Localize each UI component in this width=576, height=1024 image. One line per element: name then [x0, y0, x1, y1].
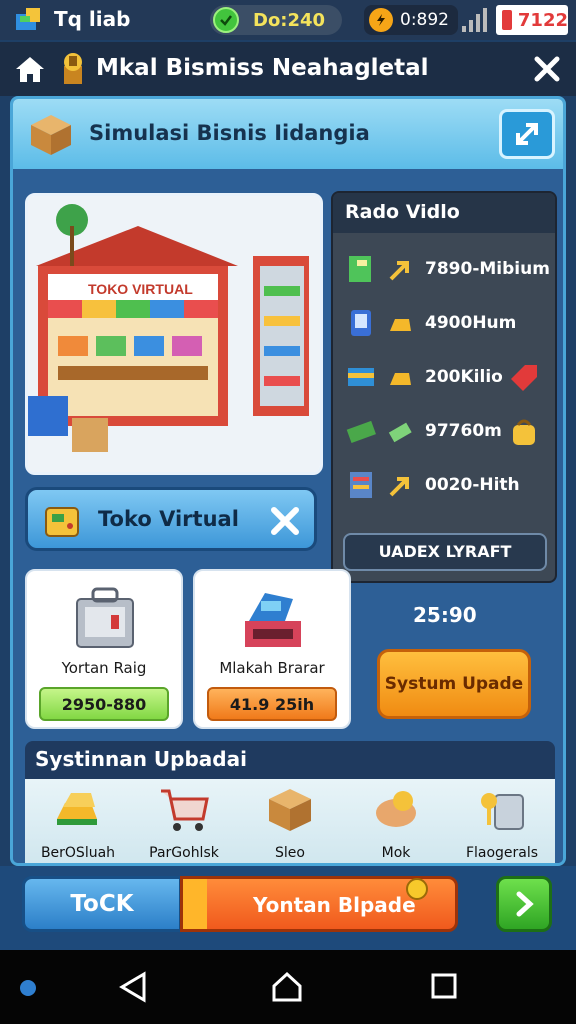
close-icon[interactable]	[532, 54, 562, 84]
hand-coin-icon	[376, 791, 416, 827]
system-item-label: Flaogerals	[465, 845, 539, 861]
back-icon[interactable]	[116, 970, 150, 1004]
battery-icon	[502, 10, 512, 30]
item-card[interactable]: Mlakah Brarar 41.9 25ih	[193, 569, 351, 729]
recents-icon[interactable]	[430, 972, 458, 1000]
system-items: BerOSluah ParGohlsk Sleo Mok Flaogerals	[25, 779, 555, 863]
resource-value: 4900Hum	[425, 313, 517, 333]
cash-register-icon	[245, 593, 301, 647]
next-button[interactable]	[496, 876, 552, 932]
panel-expand-button[interactable]	[499, 109, 555, 159]
status-clock-text: 0:892	[400, 10, 449, 30]
arrows-icon	[516, 123, 538, 145]
gold-bar-icon	[390, 319, 411, 331]
red-tag-icon	[511, 365, 537, 391]
virtual-store-illustration: TOKO VIRTUAL	[25, 193, 323, 475]
phone-icon	[351, 310, 371, 336]
battery-indicator: 7122	[496, 5, 568, 35]
book-icon	[349, 256, 371, 282]
list-item[interactable]: 7890-Mibium	[333, 249, 559, 289]
system-item-label: Mok	[381, 845, 411, 861]
status-bar: Tq liab Do:240 0:892 7122	[0, 0, 576, 40]
gold-bars-icon	[57, 793, 97, 825]
item-card[interactable]: Yortan Raig 2950-880	[25, 569, 183, 729]
virtual-store-button[interactable]: Toko Virtual	[25, 487, 317, 551]
title-bar: Mkal Bismiss Neahagletal	[0, 42, 576, 96]
resource-value: 0020-Hith	[425, 475, 520, 495]
cardboard-box-icon	[31, 115, 71, 155]
card-icon	[348, 368, 374, 386]
system-section-title: Systinnan Upbadai	[25, 741, 555, 781]
system-item[interactable]: BerOSluah	[25, 779, 131, 863]
upgrade-bar-button[interactable]: Yontan Blpade	[180, 876, 458, 932]
lightning-icon	[369, 8, 393, 32]
business-panel: Simulasi Bisnis Iidangia TOKO VIRTUAL To…	[10, 96, 566, 866]
resource-value: 200Kilio	[425, 367, 503, 387]
register-icon	[45, 507, 79, 537]
yellow-bag-icon	[513, 419, 535, 445]
home-nav-icon[interactable]	[270, 970, 304, 1004]
safe-icon	[76, 587, 134, 648]
svg-text:TOKO VIRTUAL: TOKO VIRTUAL	[88, 281, 193, 297]
upgrade-bar-label: Yontan Blpade	[253, 893, 416, 917]
arrow-icon	[389, 261, 409, 281]
system-item-label: ParGohlsk	[149, 845, 219, 861]
card-name: Mlakah Brarar	[219, 659, 325, 677]
coin-icon	[406, 878, 428, 900]
timer: 25:90	[413, 603, 477, 627]
virtual-store-label: Toko Virtual	[98, 507, 239, 531]
cash-icon	[346, 420, 376, 443]
status-app: Tq liab	[12, 4, 130, 34]
signal-icon	[462, 8, 487, 32]
currency-pill[interactable]: Do:240	[210, 5, 342, 35]
resource-list-title: Rado Vidlo	[333, 193, 555, 233]
green-bill-icon	[388, 422, 412, 443]
battery-text: 7122	[517, 9, 568, 31]
bottom-action-bar: ToCK Yontan Blpade	[0, 866, 576, 950]
home-icon[interactable]	[14, 54, 46, 84]
assistant-icon[interactable]	[18, 978, 38, 998]
upgrade-bar-accent	[183, 879, 207, 929]
resource-value: 7890-Mibium	[425, 259, 550, 279]
list-item[interactable]: 0020-Hith	[333, 465, 559, 505]
chevron-right-icon	[516, 891, 534, 917]
panel-header: Simulasi Bisnis Iidangia	[13, 99, 563, 169]
close-x-icon[interactable]	[266, 502, 304, 540]
currency-pill-value: Do:240	[253, 9, 326, 31]
card-value[interactable]: 41.9 25ih	[207, 687, 337, 721]
system-item[interactable]: Mok	[343, 779, 449, 863]
status-app-name: Tq liab	[54, 7, 131, 31]
system-item[interactable]: Flaogerals	[449, 779, 555, 863]
resource-list-button[interactable]: UADEX LYRAFT	[343, 533, 547, 571]
gold-bar-icon	[390, 373, 411, 385]
card-name: Yortan Raig	[61, 659, 147, 677]
check-icon	[213, 7, 239, 33]
list-item[interactable]: 97760m	[333, 411, 559, 451]
panel-title: Simulasi Bisnis Iidangia	[89, 121, 370, 145]
system-nav-bar	[0, 950, 576, 1024]
card-value[interactable]: 2950-880	[39, 687, 169, 721]
system-item[interactable]: ParGohlsk	[131, 779, 237, 863]
list-item[interactable]: 4900Hum	[333, 303, 559, 343]
tock-button[interactable]: ToCK	[22, 876, 182, 932]
arrow-icon	[389, 477, 409, 497]
system-upgrade-button[interactable]: Systum Upade	[377, 649, 531, 719]
list-item[interactable]: 200Kilio	[333, 357, 559, 397]
business-logo-icon	[64, 53, 82, 84]
resource-list: Rado Vidlo 7890-Mibium 4900Hum 200Kilio	[331, 191, 557, 583]
store-illustration-icon: TOKO VIRTUAL	[28, 196, 320, 472]
app-box-icon	[16, 8, 40, 30]
system-item[interactable]: Sleo	[237, 779, 343, 863]
system-item-label: BerOSluah	[40, 845, 116, 861]
key-device-icon	[481, 793, 524, 830]
page-title: Mkal Bismiss Neahagletal	[96, 55, 429, 81]
system-item-label: Sleo	[275, 845, 305, 861]
shelf-icon	[350, 472, 372, 498]
panel-body: TOKO VIRTUAL Toko Virtual Rado Vidlo 789…	[13, 169, 563, 863]
shopping-cart-icon	[161, 789, 209, 831]
box-icon	[269, 789, 311, 831]
status-clock: 0:892	[364, 5, 458, 35]
resource-value: 97760m	[425, 421, 502, 441]
